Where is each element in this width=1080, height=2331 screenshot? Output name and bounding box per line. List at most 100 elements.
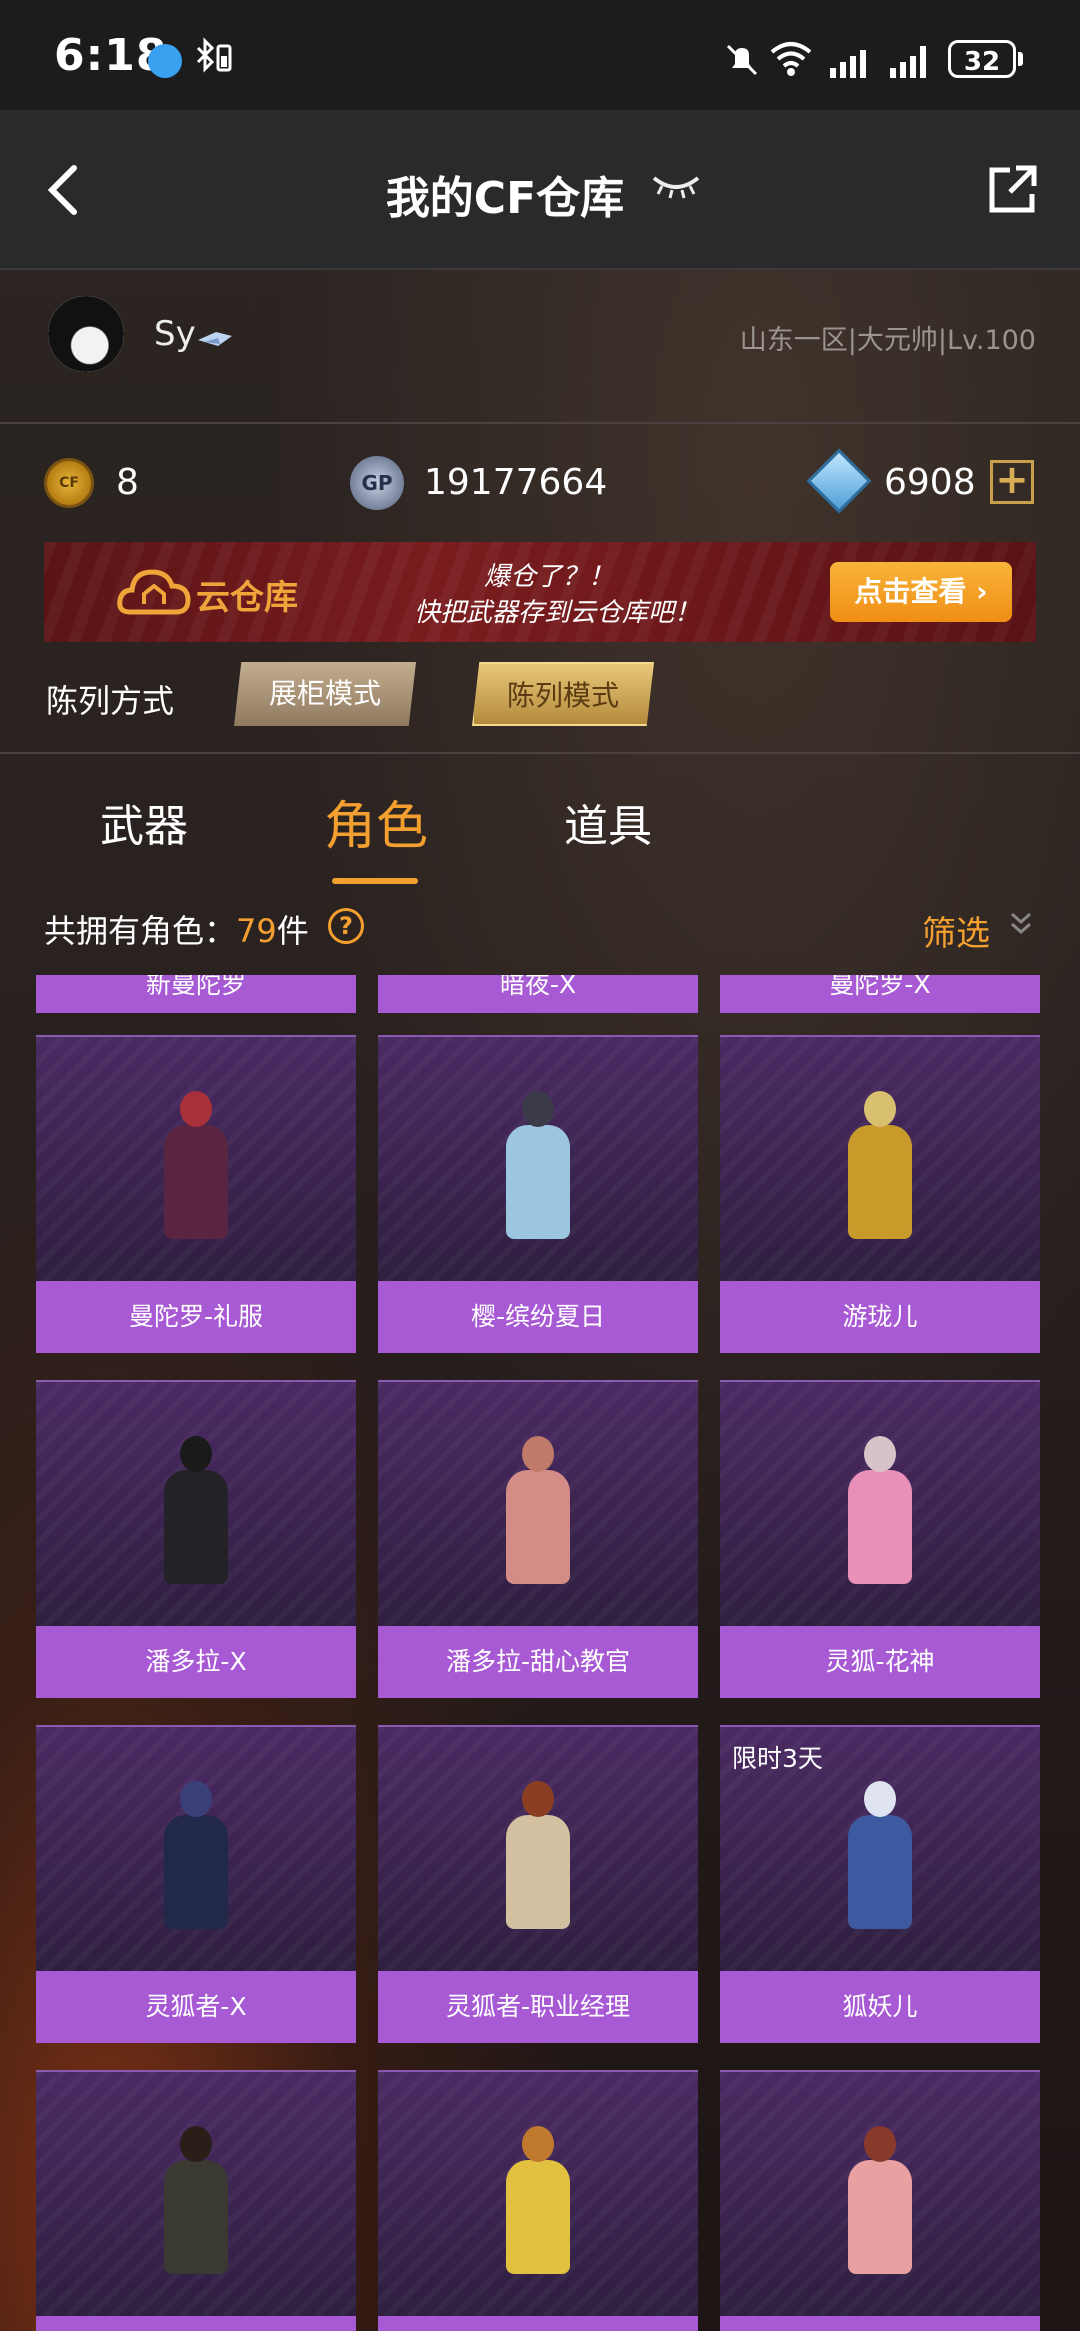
cabinet-mode-button[interactable]: 展柜模式 <box>234 662 416 726</box>
character-name: 游珑儿 <box>720 1281 1040 1353</box>
character-card[interactable]: 灵狐者-X <box>36 1725 356 2045</box>
character-body <box>848 1125 912 1239</box>
partial-card-label[interactable]: 暗夜-X <box>378 975 698 1013</box>
character-portrait <box>720 2070 1040 2318</box>
character-head <box>864 1091 896 1127</box>
character-portrait <box>378 1725 698 1973</box>
character-head <box>180 1436 212 1472</box>
banner-slogan-2: 快把武器存到云仓库吧！ <box>414 598 701 628</box>
cf-points-value: 8 <box>116 462 139 503</box>
character-head <box>864 1436 896 1472</box>
character-portrait <box>36 2070 356 2318</box>
character-card[interactable]: 樱-缤纷夏日 <box>378 1035 698 1355</box>
wifi-icon <box>768 38 814 87</box>
character-figure <box>488 1781 588 1929</box>
character-card[interactable]: 限时3天 狐妖儿 <box>720 1725 1040 2045</box>
character-portrait <box>720 1380 1040 1628</box>
character-card[interactable]: 潘多拉-甜心教官 <box>378 1380 698 1700</box>
character-card[interactable] <box>36 2070 356 2331</box>
character-portrait <box>36 1380 356 1628</box>
character-body <box>848 1815 912 1929</box>
character-head <box>180 1091 212 1127</box>
character-body <box>164 1815 228 1929</box>
character-head <box>522 1781 554 1817</box>
banner-title: 云仓库 <box>196 578 298 618</box>
character-body <box>506 1125 570 1239</box>
character-name: 灵狐-花神 <box>720 1626 1040 1698</box>
character-name: 曼陀罗-礼服 <box>36 1281 356 1353</box>
gp-value: 19177664 <box>424 462 608 503</box>
view-cloud-button[interactable]: 点击查看 › <box>830 562 1012 622</box>
tab-weapons[interactable]: 武器 <box>100 790 188 854</box>
character-portrait: 限时3天 <box>720 1725 1040 1973</box>
mute-bell-icon <box>722 40 762 89</box>
character-card[interactable] <box>720 2070 1040 2331</box>
character-body <box>848 2160 912 2274</box>
cf-points-icon: CF <box>44 458 94 508</box>
active-tab-indicator <box>332 878 418 884</box>
cloud-house-icon <box>116 564 192 618</box>
character-portrait <box>378 1380 698 1628</box>
character-card[interactable]: 曼陀罗-礼服 <box>36 1035 356 1355</box>
gp-coin-icon: GP <box>350 456 404 510</box>
character-figure <box>830 1436 930 1584</box>
character-body <box>164 1470 228 1584</box>
tab-characters[interactable]: 角色 <box>324 784 428 859</box>
divider <box>0 422 1080 424</box>
character-head <box>180 2126 212 2162</box>
character-name <box>36 2316 356 2331</box>
closed-eye-icon[interactable] <box>650 170 702 212</box>
signal-icon-2 <box>890 44 934 78</box>
tab-items[interactable]: 道具 <box>564 790 652 854</box>
character-portrait <box>36 1035 356 1283</box>
rank-badge-icon <box>196 328 234 350</box>
character-name: 潘多拉-X <box>36 1626 356 1698</box>
character-name <box>378 2316 698 2331</box>
character-count: 共拥有角色：79件 <box>44 912 309 950</box>
character-name <box>720 2316 1040 2331</box>
character-name: 潘多拉-甜心教官 <box>378 1626 698 1698</box>
battery-tip <box>1018 52 1023 66</box>
character-head <box>522 1436 554 1472</box>
double-chevron-down-icon[interactable] <box>1008 910 1034 945</box>
character-name: 樱-缤纷夏日 <box>378 1281 698 1353</box>
character-head <box>864 2126 896 2162</box>
add-diamond-button[interactable]: + <box>990 460 1034 504</box>
signal-icon-1 <box>830 44 874 78</box>
limited-time-badge: 限时3天 <box>732 1744 823 1773</box>
partial-card-label[interactable]: 新曼陀罗 <box>36 975 356 1013</box>
character-card[interactable]: 潘多拉-X <box>36 1380 356 1700</box>
banner-slogan-1: 爆仓了？！ <box>484 562 615 592</box>
character-card[interactable] <box>378 2070 698 2331</box>
cloud-storage-banner[interactable]: 云仓库 爆仓了？！ 快把武器存到云仓库吧！ 点击查看 › <box>44 542 1036 642</box>
bluetooth-battery-icon <box>190 36 234 80</box>
character-head <box>522 2126 554 2162</box>
character-figure <box>146 1091 246 1239</box>
character-head <box>180 1781 212 1817</box>
character-body <box>164 2160 228 2274</box>
character-body <box>506 1470 570 1584</box>
server-rank-info: 山东一区|大元帅|Lv.100 <box>739 325 1036 356</box>
character-name: 灵狐者-职业经理 <box>378 1971 698 2043</box>
filter-button[interactable]: 筛选 <box>922 906 990 955</box>
character-head <box>522 1091 554 1127</box>
character-figure <box>146 2126 246 2274</box>
character-grid: 新曼陀罗 暗夜-X 曼陀罗-X 曼陀罗-礼服 樱-缤纷夏日 游珑儿潘多拉-X 潘多拉-… <box>36 975 1044 2331</box>
character-name: 灵狐者-X <box>36 1971 356 2043</box>
character-head <box>864 1781 896 1817</box>
character-figure <box>830 1781 930 1929</box>
character-figure <box>146 1781 246 1929</box>
partial-card-label[interactable]: 曼陀罗-X <box>720 975 1040 1013</box>
character-card[interactable]: 游珑儿 <box>720 1035 1040 1355</box>
character-count-number: 79 <box>236 912 277 950</box>
character-figure <box>488 1436 588 1584</box>
character-portrait <box>720 1035 1040 1283</box>
character-card[interactable]: 灵狐-花神 <box>720 1380 1040 1700</box>
character-portrait <box>378 1035 698 1283</box>
help-icon[interactable]: ? <box>328 908 364 944</box>
character-card[interactable]: 灵狐者-职业经理 <box>378 1725 698 2045</box>
list-mode-button[interactable]: 陈列模式 <box>472 662 654 726</box>
character-portrait <box>36 1725 356 1973</box>
share-icon[interactable] <box>986 162 1040 216</box>
avatar[interactable] <box>48 296 124 372</box>
